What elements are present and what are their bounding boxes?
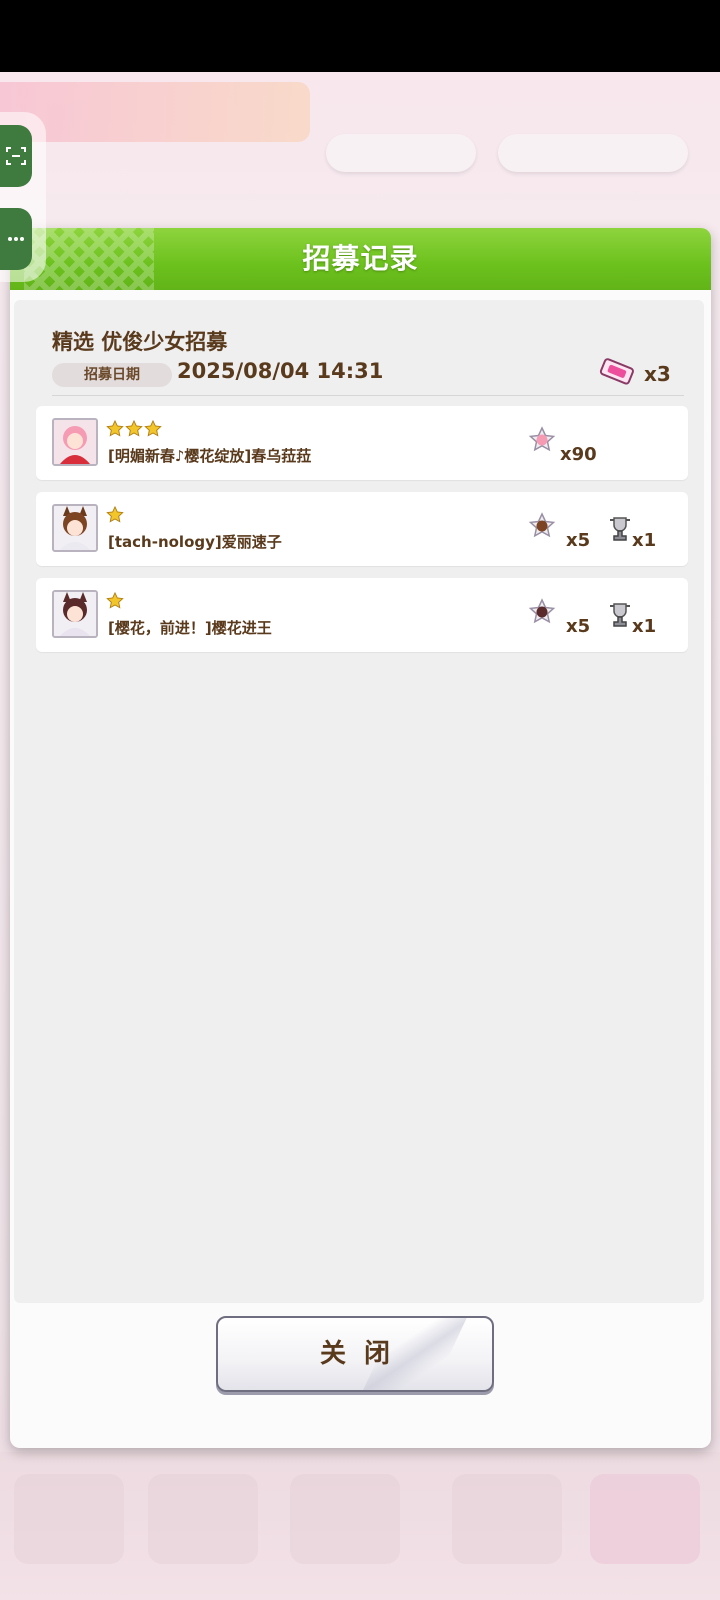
piece-count: x90 — [560, 444, 597, 465]
close-button[interactable]: 关闭 — [216, 1316, 494, 1392]
character-piece-icon — [528, 426, 556, 452]
more-options-button[interactable] — [0, 208, 32, 270]
star-icon — [106, 420, 124, 437]
close-button-label: 关闭 — [319, 1339, 408, 1369]
date-label: 招募日期 — [52, 363, 172, 387]
dialog-title: 招募记录 — [302, 242, 419, 275]
character-name: [tach-nology]爱丽速子 — [108, 533, 282, 551]
capture-icon — [6, 147, 26, 165]
character-name: [明媚新春♪樱花绽放]春乌菈菈 — [108, 447, 312, 465]
recruit-history-dialog: 招募记录 精选 优俊少女招募 招募日期 2025/08/04 14:31 x3 — [10, 228, 711, 1448]
character-portrait — [52, 504, 98, 552]
character-piece-icon — [528, 598, 556, 624]
gacha-name: 精选 优俊少女招募 — [52, 330, 228, 354]
more-icon — [8, 237, 24, 241]
trophy-count: x1 — [632, 530, 657, 551]
star-icon — [106, 592, 124, 609]
result-row[interactable]: [明媚新春♪樱花绽放]春乌菈菈 x90 — [36, 406, 688, 480]
star-icon — [125, 420, 143, 437]
floating-toolbar — [0, 112, 46, 282]
ticket-count: x3 — [644, 362, 671, 386]
piece-count: x5 — [566, 530, 591, 551]
piece-count: x5 — [566, 616, 591, 637]
result-row[interactable]: [tach-nology]爱丽速子 x5 x1 — [36, 492, 688, 566]
star-icon — [144, 420, 162, 437]
character-portrait — [52, 418, 98, 466]
gacha-ticket-icon — [599, 358, 634, 385]
character-piece-icon — [528, 512, 556, 538]
status-bar — [0, 0, 720, 72]
result-row[interactable]: [樱花，前进！]樱花进王 x5 x1 — [36, 578, 688, 652]
rarity-stars — [106, 592, 124, 612]
date-value: 2025/08/04 14:31 — [177, 359, 384, 383]
screen-capture-button[interactable] — [0, 125, 32, 187]
history-list-panel[interactable]: 精选 优俊少女招募 招募日期 2025/08/04 14:31 x3 [明媚新春… — [14, 300, 704, 1303]
character-portrait — [52, 590, 98, 638]
trophy-count: x1 — [632, 616, 657, 637]
rarity-stars — [106, 420, 162, 440]
rarity-stars — [106, 506, 124, 526]
dialog-header: 招募记录 — [10, 228, 711, 290]
divider — [52, 395, 684, 396]
star-icon — [106, 506, 124, 523]
character-name: [樱花，前进！]樱花进王 — [108, 619, 272, 637]
